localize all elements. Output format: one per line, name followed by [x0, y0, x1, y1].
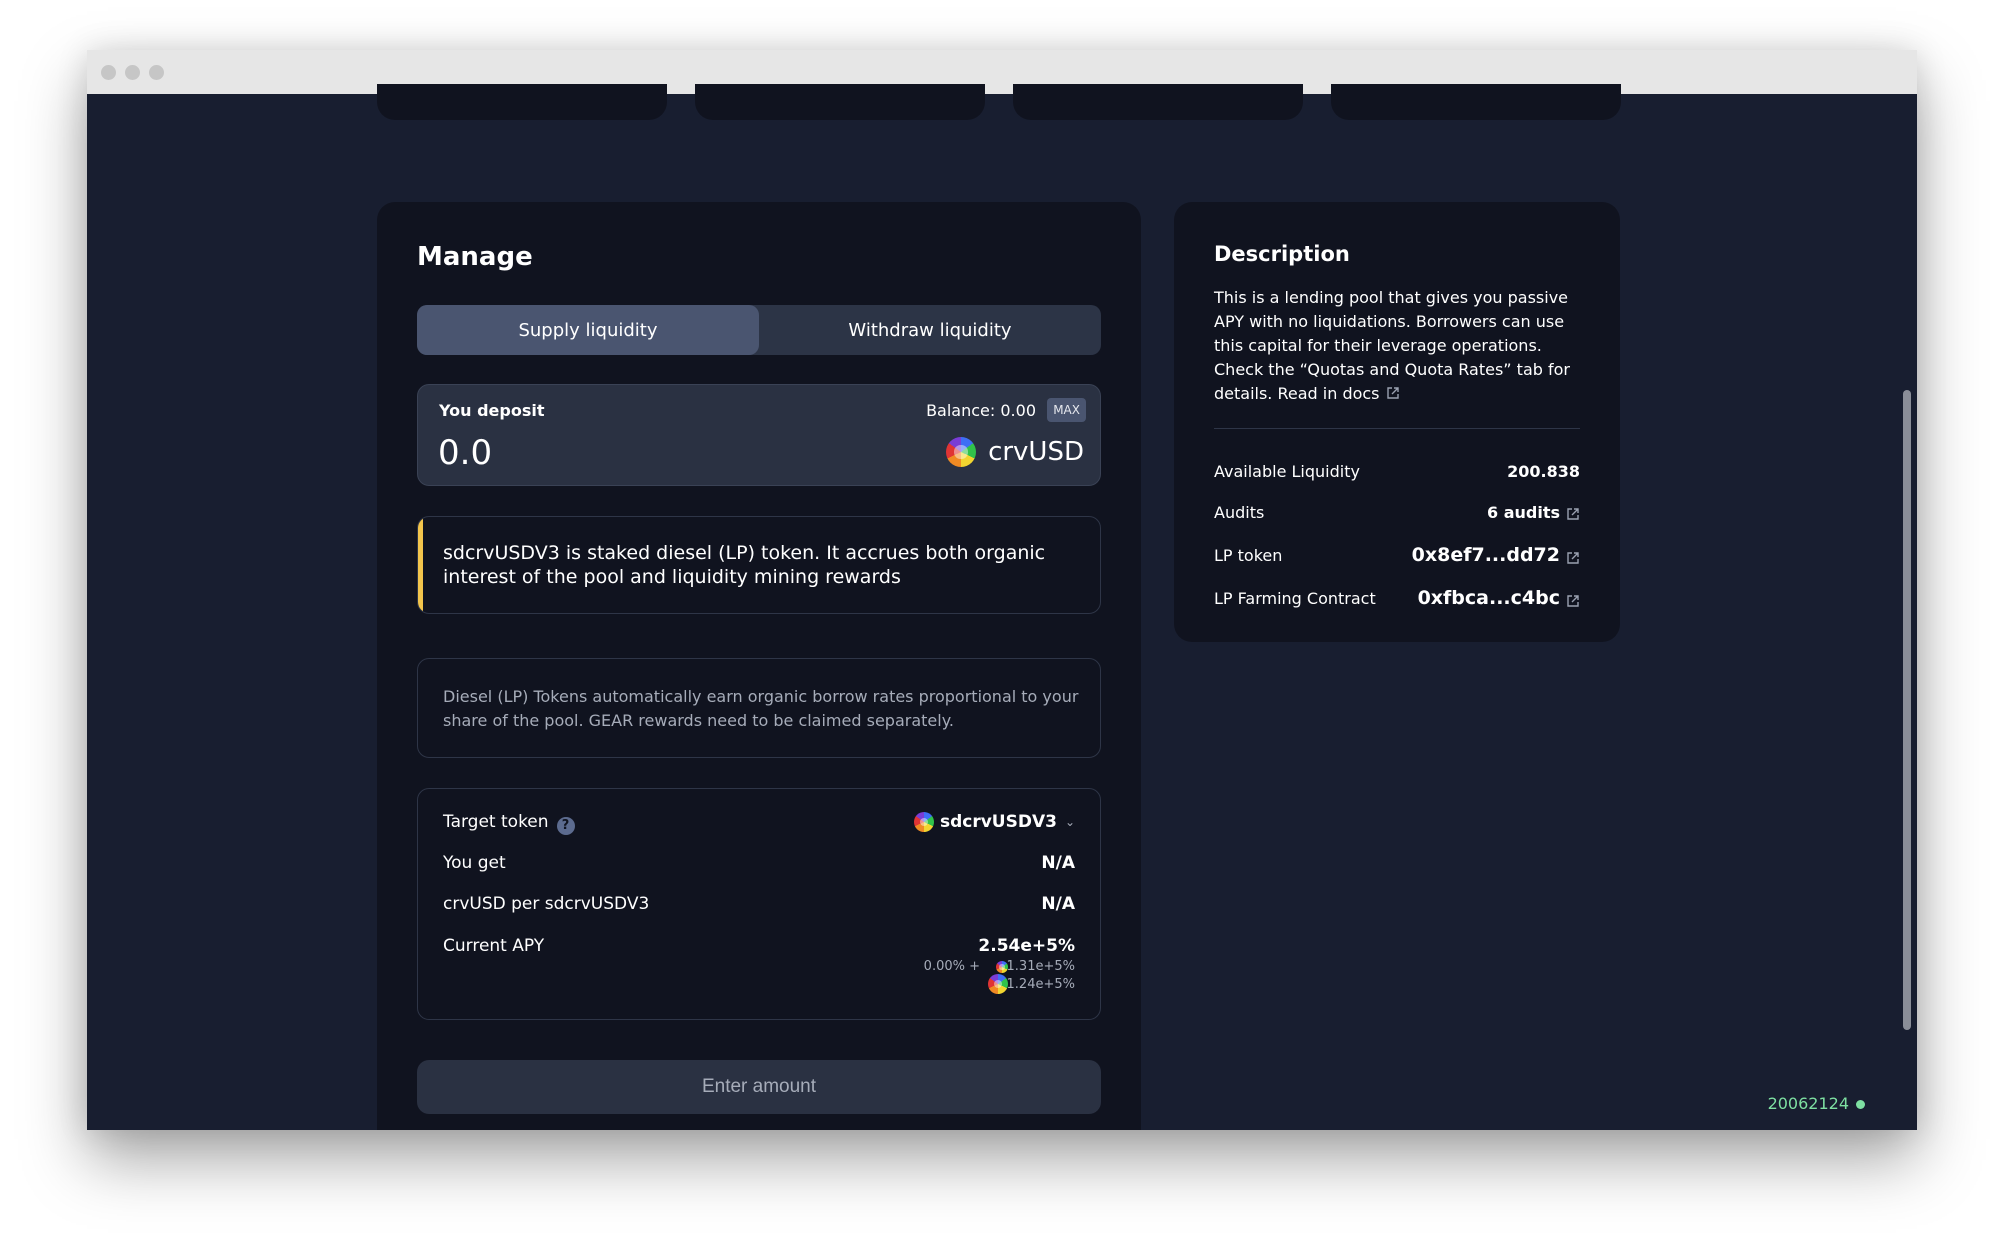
- tab-supply-liquidity[interactable]: Supply liquidity: [417, 305, 759, 355]
- tab-withdraw-liquidity[interactable]: Withdraw liquidity: [759, 305, 1101, 355]
- target-token-row: Target token?: [443, 812, 575, 835]
- stat-card-stub: [695, 84, 985, 120]
- max-button[interactable]: MAX: [1047, 398, 1086, 422]
- help-icon[interactable]: ?: [556, 816, 575, 835]
- window-titlebar: [87, 50, 1917, 94]
- external-link-icon[interactable]: [1566, 548, 1580, 564]
- external-link-icon[interactable]: [1566, 506, 1580, 520]
- manage-card: Manage Supply liquidity Withdraw liquidi…: [377, 202, 1141, 1130]
- page-content: Manage Supply liquidity Withdraw liquidi…: [87, 84, 1917, 1130]
- apy-base: 0.00% +: [923, 959, 980, 974]
- alert-text: sdcrvUSDV3 is staked diesel (LP) token. …: [443, 542, 1046, 588]
- lp-farming-label: LP Farming Contract: [1214, 589, 1376, 608]
- block-number: 20062124: [1767, 1094, 1849, 1113]
- stat-card-stub: [1013, 84, 1303, 120]
- deposit-label: You deposit: [439, 401, 545, 420]
- lp-token-label: LP token: [1214, 546, 1283, 565]
- apy-total: 2.54e+5%: [978, 936, 1075, 956]
- window-minimize-dot[interactable]: [125, 65, 140, 80]
- info-text: Diesel (LP) Tokens automatically earn or…: [443, 687, 1079, 730]
- description-body: This is a lending pool that gives you pa…: [1214, 286, 1594, 406]
- deposit-amount-input[interactable]: [438, 431, 838, 475]
- deposit-summary: Target token? sdcrvUSDV3 ⌄ You get N/A c…: [417, 788, 1101, 1020]
- enter-amount-button[interactable]: Enter amount: [417, 1060, 1101, 1114]
- status-dot-icon: [1856, 1100, 1865, 1109]
- lp-token-link[interactable]: 0x8ef7...dd72: [1412, 544, 1580, 566]
- available-liquidity-label: Available Liquidity: [1214, 462, 1360, 481]
- rate-value: N/A: [1041, 894, 1075, 914]
- you-get-label: You get: [443, 853, 506, 873]
- reward-token-icon: [988, 974, 1008, 994]
- description-title: Description: [1214, 242, 1350, 266]
- audits-label: Audits: [1214, 503, 1265, 522]
- staked-token-alert: sdcrvUSDV3 is staked diesel (LP) token. …: [417, 516, 1101, 614]
- lp-farming-value: 0xfbca...c4bc: [1417, 587, 1560, 609]
- chevron-down-icon: ⌄: [1064, 815, 1075, 829]
- deposit-token: crvUSD: [946, 437, 1084, 467]
- external-link-icon[interactable]: [1386, 383, 1400, 399]
- external-link-icon[interactable]: [1566, 591, 1580, 607]
- apy-reward-1: 1.31e+5%: [1006, 959, 1075, 974]
- stat-card-stub: [1331, 84, 1621, 120]
- deposit-box: You deposit Balance: 0.00 MAX crvUSD: [417, 384, 1101, 486]
- window-close-dot[interactable]: [101, 65, 116, 80]
- lp-farming-link[interactable]: 0xfbca...c4bc: [1418, 587, 1580, 609]
- description-divider: [1214, 428, 1580, 429]
- apy-label: Current APY: [443, 936, 545, 956]
- apy-reward-2: 1.24e+5%: [1006, 977, 1075, 992]
- target-token-select[interactable]: sdcrvUSDV3 ⌄: [913, 812, 1075, 832]
- target-token-label: Target token: [443, 812, 549, 832]
- diesel-info-box: Diesel (LP) Tokens automatically earn or…: [417, 658, 1101, 758]
- liquidity-tabs: Supply liquidity Withdraw liquidity: [417, 305, 1101, 355]
- deposit-token-symbol: crvUSD: [988, 437, 1084, 467]
- stat-card-stub: [377, 84, 667, 120]
- deposit-balance: Balance: 0.00: [926, 401, 1036, 420]
- lp-token-value: 0x8ef7...dd72: [1411, 544, 1560, 566]
- description-card: Description This is a lending pool that …: [1174, 202, 1620, 642]
- target-token-value: sdcrvUSDV3: [939, 812, 1057, 832]
- manage-title: Manage: [417, 242, 533, 272]
- available-liquidity-value: 200.838: [1507, 462, 1580, 481]
- sdcrvusdv3-token-icon: [913, 812, 934, 832]
- crvusd-token-icon: [946, 437, 977, 467]
- you-get-value: N/A: [1041, 853, 1075, 873]
- browser-window: Manage Supply liquidity Withdraw liquidi…: [87, 50, 1917, 1130]
- audits-link[interactable]: 6 audits: [1487, 503, 1580, 522]
- rate-label: crvUSD per sdcrvUSDV3: [443, 894, 650, 914]
- window-maximize-dot[interactable]: [149, 65, 164, 80]
- scrollbar[interactable]: [1903, 390, 1911, 1030]
- audits-value: 6 audits: [1487, 503, 1560, 522]
